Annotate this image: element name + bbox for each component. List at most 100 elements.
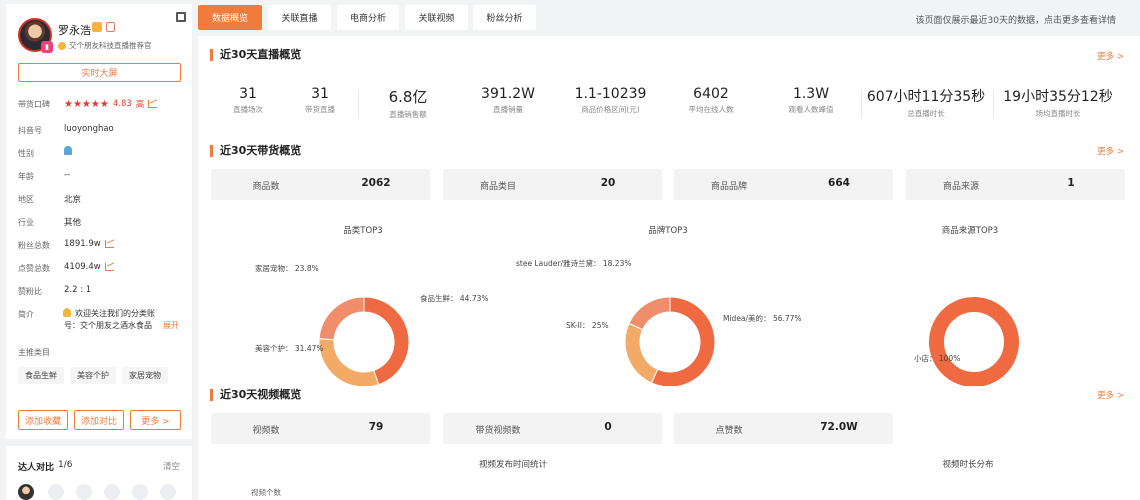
- compare-avatar[interactable]: [18, 484, 34, 500]
- stat-value: 31: [239, 86, 257, 102]
- category-tag[interactable]: 家居宠物: [122, 367, 168, 384]
- male-person-icon: [64, 146, 72, 155]
- category-label: 主推类目: [18, 348, 50, 357]
- tab-ecommerce[interactable]: 电商分析: [337, 5, 399, 30]
- stat-sales-live: 31 带货直播: [295, 86, 345, 115]
- bulb-icon: [63, 308, 71, 317]
- row-label-likes: 点赞总数: [18, 264, 50, 273]
- box-value: 0: [604, 421, 612, 433]
- video-box-likes: 点赞数 72.0W: [674, 413, 893, 444]
- stat-label: 带货直播: [305, 105, 335, 114]
- compare-title: 达人对比: [18, 463, 55, 473]
- avatar[interactable]: ▮: [18, 18, 53, 53]
- trend-chart-icon[interactable]: [104, 240, 114, 248]
- box-value: 72.0W: [820, 421, 858, 433]
- box-value: 2062: [361, 177, 391, 189]
- pie-label-value: 23.8%: [294, 264, 319, 273]
- big-screen-button[interactable]: 实时大屏: [18, 63, 181, 82]
- pie-label: stee Lauder/雅诗兰黛： 18.23%: [516, 259, 632, 268]
- divider: [861, 90, 862, 118]
- compare-slot[interactable]: [48, 484, 64, 500]
- compare-slot[interactable]: [160, 484, 176, 500]
- fans-total: 1891.9w: [64, 239, 101, 249]
- category-tag[interactable]: 美容个护: [70, 367, 116, 384]
- stat-live-volume: 391.2W 直播销量: [473, 86, 543, 115]
- pie-label: 家居宠物： 23.8%: [255, 264, 319, 273]
- pie-label-value: 18.23%: [602, 259, 632, 268]
- profile-name: 罗永浩: [58, 24, 91, 37]
- pie-label: 美容个护： 31.47%: [255, 344, 324, 353]
- goods-box-count: 商品数 2062: [211, 169, 430, 200]
- pie-label: Midea/美的： 56.77%: [723, 314, 802, 323]
- stat-label: 场均直播时长: [1035, 109, 1081, 118]
- add-compare-button[interactable]: 添加对比: [74, 410, 124, 430]
- compare-slot[interactable]: [76, 484, 92, 500]
- video-box-sales-videos: 带货视频数 0: [443, 413, 662, 444]
- more-button[interactable]: 更多 >: [130, 410, 181, 430]
- pie-label-name: 食品生鲜: [420, 294, 450, 303]
- pie-slice[interactable]: [929, 297, 1019, 386]
- pie-label-value: 100%: [938, 354, 961, 363]
- trend-chart-icon[interactable]: [148, 100, 158, 108]
- live-more-link[interactable]: 更多 >: [1097, 50, 1124, 62]
- pie-slice[interactable]: [318, 296, 365, 341]
- verify-text: 交个朋友科技直播推荐官: [69, 41, 152, 50]
- compare-slot[interactable]: [132, 484, 148, 500]
- trend-chart-icon[interactable]: [104, 263, 114, 271]
- pie-label-name: 家居宠物: [255, 264, 285, 273]
- pie-slice[interactable]: [628, 296, 671, 331]
- tab-related-live[interactable]: 关联直播: [268, 5, 331, 30]
- chart-title-category: 品类TOP3: [343, 226, 383, 236]
- tab-fans[interactable]: 粉丝分析: [473, 5, 536, 30]
- stat-avg-online: 6402 平均在线人数: [676, 86, 746, 115]
- video-more-link[interactable]: 更多 >: [1097, 389, 1124, 401]
- pie-slice[interactable]: [624, 322, 659, 384]
- video-chart-ylabel: 视频个数: [251, 488, 281, 497]
- intro-line-2: 号：交个朋友之酒水食品: [64, 321, 152, 330]
- goods-more-link[interactable]: 更多 >: [1097, 145, 1124, 157]
- category-tag[interactable]: 食品生鲜: [18, 367, 64, 384]
- stat-label: 直播销售额: [389, 110, 427, 119]
- row-value-fans: 1891.9w: [64, 239, 114, 249]
- stat-label: 总直播时长: [907, 109, 945, 118]
- row-value-industry: 其他: [64, 218, 82, 228]
- row-value-gender: [64, 146, 72, 155]
- stat-value: 6.8亿: [388, 88, 428, 106]
- row-value-region: 北京: [64, 195, 82, 205]
- row-value-likes: 4109.4w: [64, 262, 114, 272]
- goods-box-brand: 商品品牌 664: [674, 169, 893, 200]
- divider: [993, 90, 994, 118]
- tab-overview[interactable]: 数据概览: [198, 5, 262, 30]
- box-label: 带货视频数: [475, 426, 521, 436]
- pie-slice[interactable]: [318, 338, 380, 386]
- stat-live-count: 31 直播场次: [223, 86, 273, 115]
- pie-label-name: stee Lauder/雅诗兰黛: [516, 259, 593, 268]
- stat-avg-duration: 19小时35分12秒 场均直播时长: [998, 86, 1118, 119]
- tab-related-video[interactable]: 关联视频: [405, 5, 468, 30]
- row-label-region: 地区: [18, 195, 34, 204]
- compare-slot[interactable]: [104, 484, 120, 500]
- add-favorite-button[interactable]: 添加收藏: [18, 410, 68, 430]
- rating-score: 4.83: [112, 99, 132, 109]
- row-label-like-fan-ratio: 赞粉比: [18, 287, 42, 296]
- compare-clear-link[interactable]: 清空: [163, 460, 180, 472]
- crown-icon: [92, 22, 102, 32]
- stat-label: 直播销量: [493, 105, 523, 114]
- verify-icon: [58, 41, 66, 50]
- pie-label-value: 56.77%: [772, 314, 802, 323]
- stat-live-revenue: 6.8亿直播销售额: [373, 86, 443, 120]
- box-value: 79: [368, 421, 384, 433]
- rating-level: 高: [135, 100, 145, 110]
- row-label-gender: 性别: [18, 149, 34, 158]
- stat-price-range: 1.1-10239 商品价格区间(元): [568, 86, 653, 115]
- stat-value: 6402: [693, 86, 729, 102]
- stat-value: 1.3W: [792, 86, 830, 102]
- intro-expand-link[interactable]: 展开: [163, 320, 179, 331]
- video-overview-title: 近30天视频概览: [210, 389, 301, 401]
- qr-code-icon[interactable]: [176, 12, 186, 22]
- stat-total-duration: 607小时11分35秒 总直播时长: [866, 86, 986, 119]
- stat-value: 1.1-10239: [574, 86, 647, 102]
- stat-label: 直播场次: [233, 105, 263, 114]
- row-value-age: --: [64, 170, 71, 180]
- video-box-count: 视频数 79: [211, 413, 430, 444]
